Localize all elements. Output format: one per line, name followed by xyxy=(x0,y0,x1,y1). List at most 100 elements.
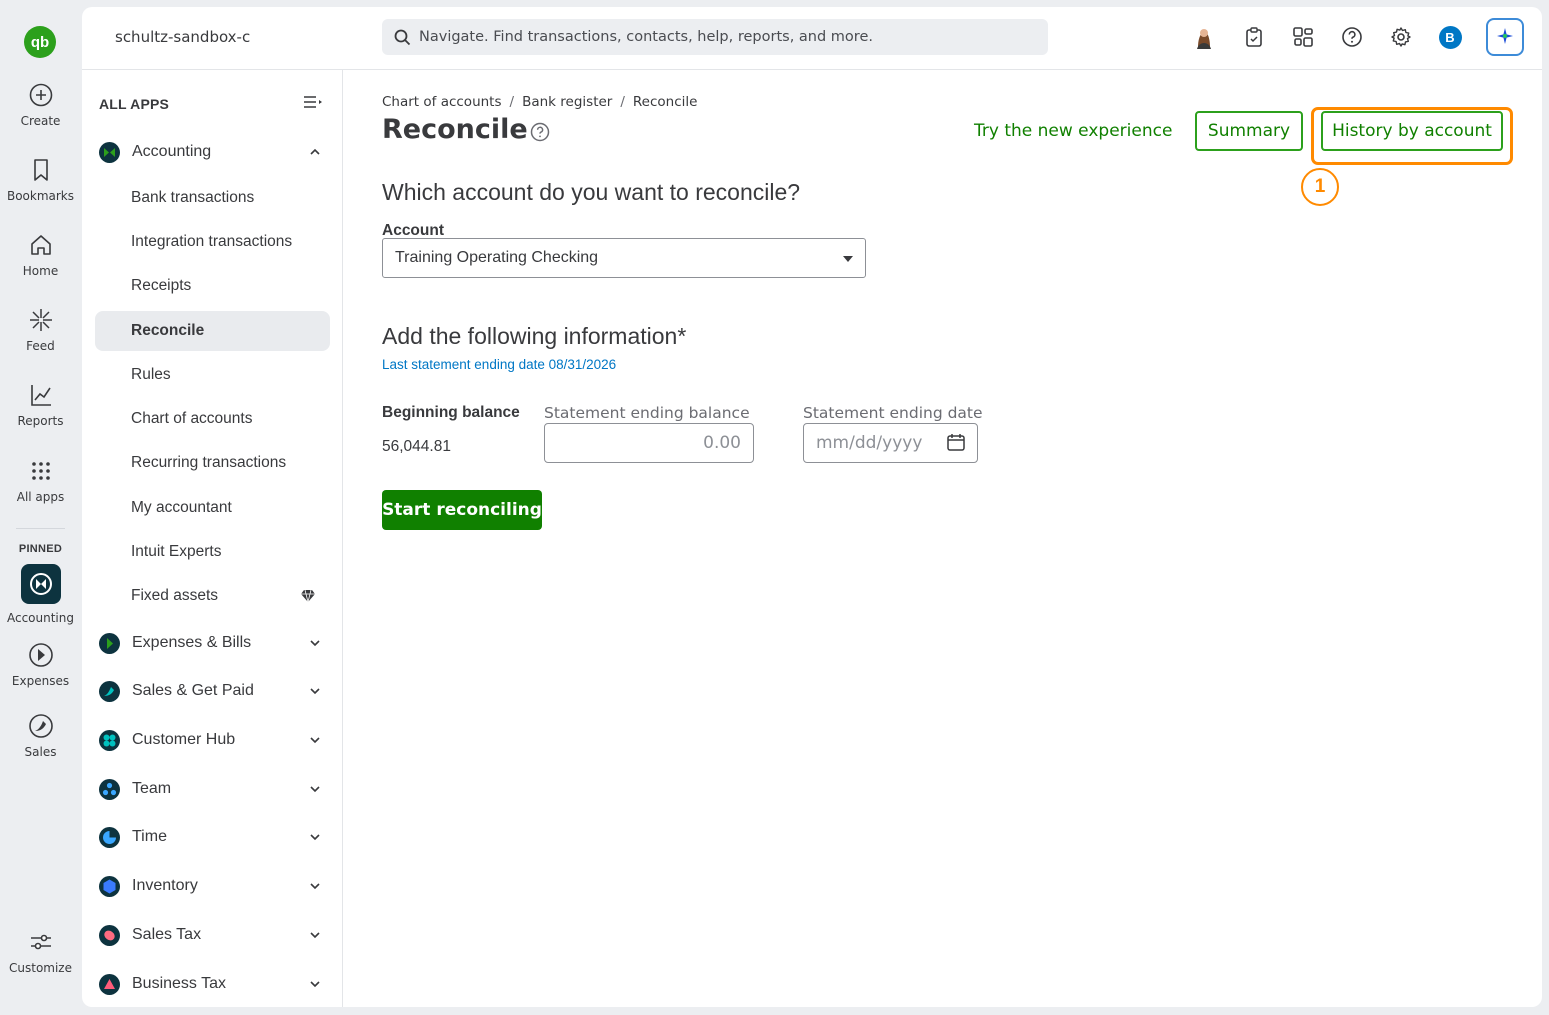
rail-create-label: Create xyxy=(20,114,61,128)
company-name[interactable]: schultz-sandbox-c xyxy=(115,28,250,46)
feed-icon xyxy=(29,309,52,331)
inventory-app-icon xyxy=(99,875,120,897)
app-group-sales-get-paid[interactable]: Sales & Get Paid xyxy=(99,675,329,707)
chevron-down-icon xyxy=(310,981,320,988)
summary-button[interactable]: Summary xyxy=(1195,111,1303,151)
app-group-expenses-bills[interactable]: Expenses & Bills xyxy=(99,627,329,659)
apps-switcher-button[interactable] xyxy=(1290,24,1316,50)
nav-bank-transactions[interactable]: Bank transactions xyxy=(95,178,330,218)
breadcrumb-chart-of-accounts[interactable]: Chart of accounts xyxy=(382,94,502,110)
pinned-heading: PINNED xyxy=(18,543,63,555)
rail-bookmarks-label: Bookmarks xyxy=(6,189,75,203)
settings-button[interactable] xyxy=(1388,24,1414,50)
chevron-down-icon xyxy=(310,640,320,647)
app-group-time[interactable]: Time xyxy=(99,821,329,853)
nav-fixed-assets[interactable]: Fixed assets xyxy=(95,576,330,616)
nav-reconcile[interactable]: Reconcile xyxy=(95,311,330,351)
rail-customize[interactable]: Customize xyxy=(0,929,81,975)
app-group-sales-tax[interactable]: Sales Tax xyxy=(99,919,329,951)
business-tax-app-icon xyxy=(99,973,120,995)
grid-icon xyxy=(31,462,50,480)
app-group-business-tax[interactable]: Business Tax xyxy=(99,968,329,1000)
account-select[interactable]: Training Operating Checking xyxy=(382,238,866,278)
history-by-account-button[interactable]: History by account xyxy=(1321,111,1503,151)
rail-divider xyxy=(16,528,65,529)
rail-bookmarks[interactable]: Bookmarks xyxy=(0,157,81,203)
tasks-button[interactable] xyxy=(1241,24,1267,50)
gear-icon xyxy=(1391,27,1411,47)
experts-avatar[interactable] xyxy=(1191,24,1217,50)
breadcrumb-bank-register[interactable]: Bank register xyxy=(522,94,612,110)
start-reconciling-button[interactable]: Start reconciling xyxy=(382,490,542,530)
quickbooks-logo[interactable]: qb xyxy=(24,26,56,58)
ending-balance-input[interactable] xyxy=(544,423,754,463)
breadcrumb-separator: / xyxy=(509,94,515,110)
rail-pinned-sales[interactable]: Sales xyxy=(0,713,81,759)
search-input[interactable] xyxy=(419,29,1019,45)
nav-rules[interactable]: Rules xyxy=(95,355,330,395)
dropdown-caret-icon xyxy=(843,256,853,262)
app-group-inventory[interactable]: Inventory xyxy=(99,870,329,902)
collapse-panel-button[interactable] xyxy=(303,94,323,115)
breadcrumb: Chart of accounts / Bank register / Reconcil… xyxy=(382,94,697,110)
nav-receipts[interactable]: Receipts xyxy=(95,266,330,306)
time-app-icon xyxy=(99,826,120,848)
rail-home[interactable]: Home xyxy=(0,232,81,278)
sales-icon xyxy=(28,714,53,738)
global-search[interactable] xyxy=(382,19,1048,55)
rail-pinned-expenses[interactable]: Expenses xyxy=(0,642,81,688)
team-app-icon xyxy=(99,778,120,800)
breadcrumb-separator: / xyxy=(620,94,625,110)
ending-balance-label: Statement ending balance xyxy=(544,404,750,422)
annotation-marker: 1 xyxy=(1301,168,1339,206)
help-icon xyxy=(1342,27,1362,47)
rail-reports[interactable]: Reports xyxy=(0,382,81,428)
accounting-app-icon xyxy=(99,141,120,163)
clipboard-icon xyxy=(1246,27,1262,47)
diamond-icon xyxy=(301,589,315,603)
app-group-customer-hub[interactable]: Customer Hub xyxy=(99,724,329,756)
app-group-team[interactable]: Team xyxy=(99,773,329,805)
rail-create[interactable]: Create xyxy=(0,82,81,128)
reconcile-content: Chart of accounts / Bank register / Reconcil… xyxy=(382,70,1532,970)
rail-pinned-expenses-label: Expenses xyxy=(11,674,70,688)
chevron-up-icon xyxy=(310,148,320,155)
nav-integration-transactions[interactable]: Integration transactions xyxy=(95,222,330,262)
app-group-label: Expenses & Bills xyxy=(132,634,252,651)
calendar-icon[interactable] xyxy=(946,432,966,452)
help-button[interactable] xyxy=(1339,24,1365,50)
chevron-down-icon xyxy=(310,883,320,890)
bookmark-icon xyxy=(33,159,48,181)
app-group-label: Time xyxy=(132,828,167,845)
beginning-balance-label: Beginning balance xyxy=(382,404,520,421)
app-group-accounting[interactable]: Accounting xyxy=(99,136,329,168)
intuit-assist-button[interactable] xyxy=(1486,18,1524,56)
all-apps-heading: ALL APPS xyxy=(99,96,170,112)
rail-pinned-accounting[interactable]: Accounting xyxy=(0,564,81,625)
app-group-label: Customer Hub xyxy=(132,731,236,748)
rail-pinned-accounting-label: Accounting xyxy=(6,611,74,625)
nav-intuit-experts[interactable]: Intuit Experts xyxy=(95,532,330,572)
rail-all-apps[interactable]: All apps xyxy=(0,458,81,504)
try-new-experience-link[interactable]: Try the new experience xyxy=(974,121,1172,141)
person-avatar-icon xyxy=(1197,29,1211,49)
nav-fixed-assets-label: Fixed assets xyxy=(131,587,219,604)
home-icon xyxy=(30,235,51,255)
expenses-icon xyxy=(28,643,53,667)
ending-date-label: Statement ending date xyxy=(803,404,983,422)
rail-feed[interactable]: Feed xyxy=(0,307,81,353)
chevron-down-icon xyxy=(310,688,320,695)
help-circle-icon[interactable] xyxy=(530,122,550,142)
avatar: B xyxy=(1438,25,1462,49)
chevron-down-icon xyxy=(310,786,320,793)
nav-recurring-transactions[interactable]: Recurring transactions xyxy=(95,443,330,483)
account-question: Which account do you want to reconcile? xyxy=(382,179,801,205)
nav-my-accountant[interactable]: My accountant xyxy=(95,488,330,528)
apps-switcher-icon xyxy=(1293,27,1313,47)
collapse-menu-icon xyxy=(304,96,322,108)
profile-button[interactable]: B xyxy=(1437,24,1463,50)
app-group-label: Business Tax xyxy=(132,975,226,992)
rail-all-apps-label: All apps xyxy=(16,490,65,504)
add-info-heading: Add the following information* xyxy=(382,323,687,349)
nav-chart-of-accounts[interactable]: Chart of accounts xyxy=(95,399,330,439)
